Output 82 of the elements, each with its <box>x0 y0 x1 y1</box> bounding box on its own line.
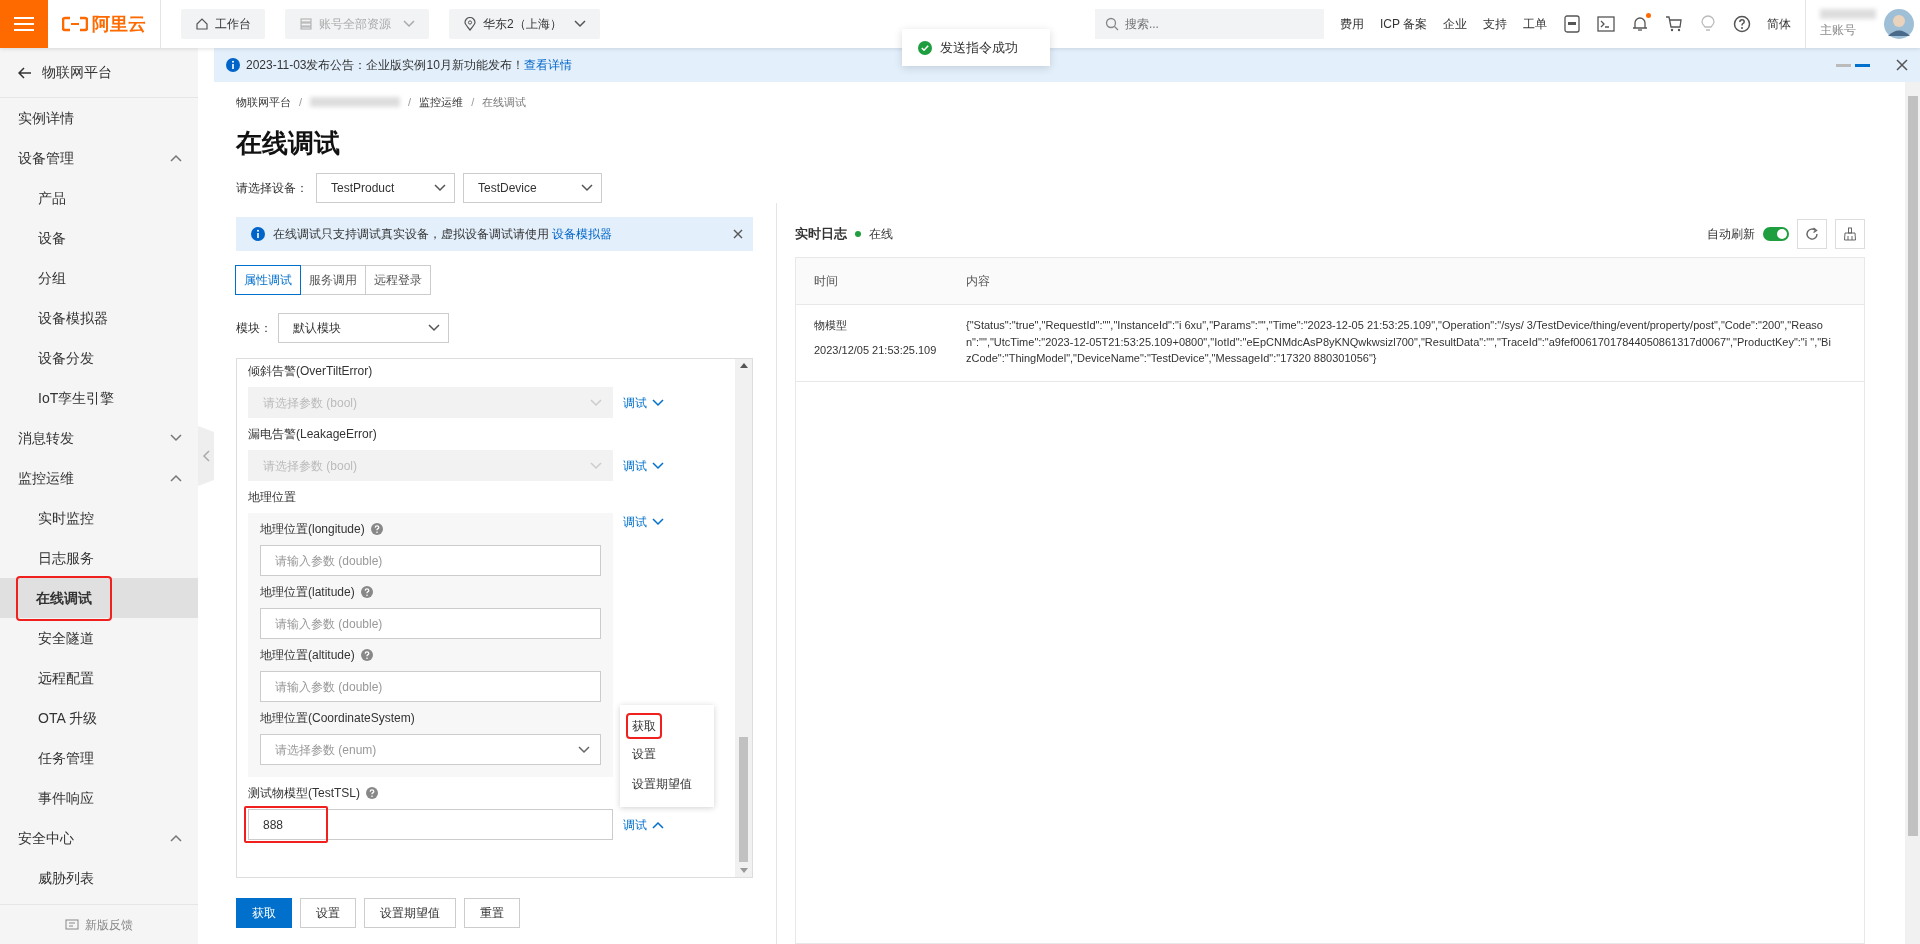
status-text: 在线 <box>869 226 893 243</box>
table-cell-text: {"Status":"true","RequestId":"","InstanceId":"i 6xu","Params":"","Time":"2023-12-05 21:53:25.109","Operation":"/sys/ 3/TestDevice/thing/event/property/post","Code":"200","Reason":"","UtcTime":"2023-12-05T21:53:25.109+0800","IotId":"eEpCNMdcAsP8yKNQwkwsizl700","ResultData":"","TraceId":"a9fef00617017844050861317d0067","ProductKey":"i ","BizCode":"ThingModel","DeviceName":"TestDevice","MessageId":"17320 880301056"} <box>966 318 1832 366</box>
breadcrumb-separator: / <box>299 94 303 110</box>
sidebar-item[interactable]: 实时监控 <box>0 498 198 538</box>
sidebar-item[interactable]: 监控运维 <box>0 458 198 498</box>
sidebar-item[interactable]: 设备管理 <box>0 138 198 178</box>
sidebar-item[interactable]: 任务管理 <box>0 738 198 778</box>
breadcrumb-separator: / <box>408 94 412 110</box>
sidebar-item[interactable]: 事件响应 <box>0 778 198 818</box>
language-link[interactable]: 简体 <box>1767 15 1791 33</box>
top-link[interactable]: ICP 备案 <box>1379 15 1427 33</box>
field-label: 地理位置(longitude) <box>260 521 365 538</box>
action-button[interactable]: 设置期望值 <box>364 898 456 928</box>
sidebar-item[interactable]: 安全隧道 <box>0 618 198 658</box>
breadcrumb-separator: / <box>471 94 475 110</box>
search-field[interactable]: 搜索... <box>1094 9 1324 39</box>
debug-link[interactable]: 调试 <box>623 513 664 531</box>
top-link[interactable]: 支持 <box>1483 15 1507 33</box>
field-label: 漏电告警(LeakageError) <box>248 426 377 443</box>
sidebar-item[interactable]: OTA 升级 <box>0 698 198 738</box>
menu-item[interactable]: 设置期望值 <box>620 769 704 799</box>
field-label: 测试物模型(TestTSL) <box>248 785 360 802</box>
tab[interactable]: 远程登录 <box>365 265 431 295</box>
field-label: 倾斜告警(OverTiltError) <box>248 363 373 380</box>
field-label: 地理位置(altitude) <box>260 647 355 664</box>
sidebar-item[interactable]: 设备分发 <box>0 338 198 378</box>
action-button[interactable]: 获取 <box>236 898 292 928</box>
sidebar-item[interactable]: 实例详情 <box>0 98 198 138</box>
account-role: 主账号 <box>1820 22 1857 39</box>
nav-button[interactable]: 华东2（上海） <box>449 9 600 39</box>
sidebar-item[interactable]: 威胁列表 <box>0 858 198 898</box>
panel-title: 实时日志 <box>795 225 847 244</box>
sidebar-item[interactable]: 日志服务 <box>0 538 198 578</box>
sidebar-item[interactable]: 消息转发 <box>0 418 198 458</box>
sidebar-item[interactable]: 设备模拟器 <box>0 298 198 338</box>
annotation-box: 在线调试 <box>18 577 110 619</box>
dropdown-select[interactable]: TestProduct <box>316 173 455 203</box>
sidebar-item[interactable]: IoT孪生引擎 <box>0 378 198 418</box>
sidebar-item[interactable]: 在线调试 <box>0 578 198 618</box>
nav-button[interactable]: 工作台 <box>181 9 265 39</box>
input-field[interactable]: 请输入参数 (double) <box>260 608 601 639</box>
sidebar-back-link[interactable]: 物联网平台 <box>42 62 112 83</box>
dropdown-select[interactable]: 默认模块 <box>278 313 449 343</box>
page-title: 在线调试 <box>236 127 341 160</box>
input-field[interactable]: 请输入参数 (double) <box>260 671 601 702</box>
input-field[interactable]: 888 <box>248 809 613 840</box>
toast-text: 发送指令成功 <box>940 38 1018 57</box>
input-field[interactable]: 请输入参数 (double) <box>260 545 601 576</box>
sidebar-item[interactable]: 设备 <box>0 218 198 258</box>
menu-item[interactable]: 设置 <box>620 739 668 769</box>
table-cell-text: 物模型 <box>814 318 848 333</box>
column-header: 时间 <box>813 273 839 290</box>
simulator-link[interactable]: 设备模拟器 <box>552 227 613 241</box>
action-button[interactable]: 重置 <box>464 898 520 928</box>
breadcrumb-link[interactable]: 监控运维 <box>419 93 464 111</box>
alert-text: 在线调试只支持调试真实设备，虚拟设备调试请使用 设备模拟器 <box>273 226 613 243</box>
field-label: 自动刷新 <box>1707 226 1755 243</box>
field-label: 请选择设备： <box>236 180 308 197</box>
column-header: 内容 <box>966 273 991 290</box>
top-link[interactable]: 工单 <box>1523 15 1547 33</box>
field-label: 地理位置(latitude) <box>260 584 355 601</box>
dropdown-select[interactable]: TestDevice <box>463 173 602 203</box>
tab[interactable]: 属性调试 <box>235 265 301 295</box>
action-button[interactable]: 设置 <box>300 898 356 928</box>
sidebar-item[interactable]: 分组 <box>0 258 198 298</box>
announcement-text: 2023-11-03发布公告：企业版实例10月新功能发布！查看详情 <box>246 57 572 74</box>
details-link[interactable]: 查看详情 <box>523 58 572 72</box>
sidebar-item[interactable]: 远程配置 <box>0 658 198 698</box>
tab[interactable]: 服务调用 <box>300 265 366 295</box>
top-link[interactable]: 企业 <box>1443 15 1467 33</box>
top-link[interactable]: 费用 <box>1339 15 1364 33</box>
sidebar-item[interactable]: 安全中心 <box>0 818 198 858</box>
field-label: 地理位置(CoordinateSystem) <box>260 710 415 727</box>
menu-item[interactable]: 获取 <box>628 715 660 737</box>
field-label: 模块： <box>236 320 272 337</box>
table-cell-text: 2023/12/05 21:53:25.109 <box>814 342 938 358</box>
breadcrumb-link[interactable]: 物联网平台 <box>236 93 291 111</box>
sidebar-item[interactable]: 产品 <box>0 178 198 218</box>
field-label: 地理位置 <box>248 489 296 506</box>
logo-text: 阿里云 <box>92 12 146 36</box>
debug-link[interactable]: 调试 <box>623 815 664 834</box>
breadcrumb-current: 在线调试 <box>482 94 527 110</box>
